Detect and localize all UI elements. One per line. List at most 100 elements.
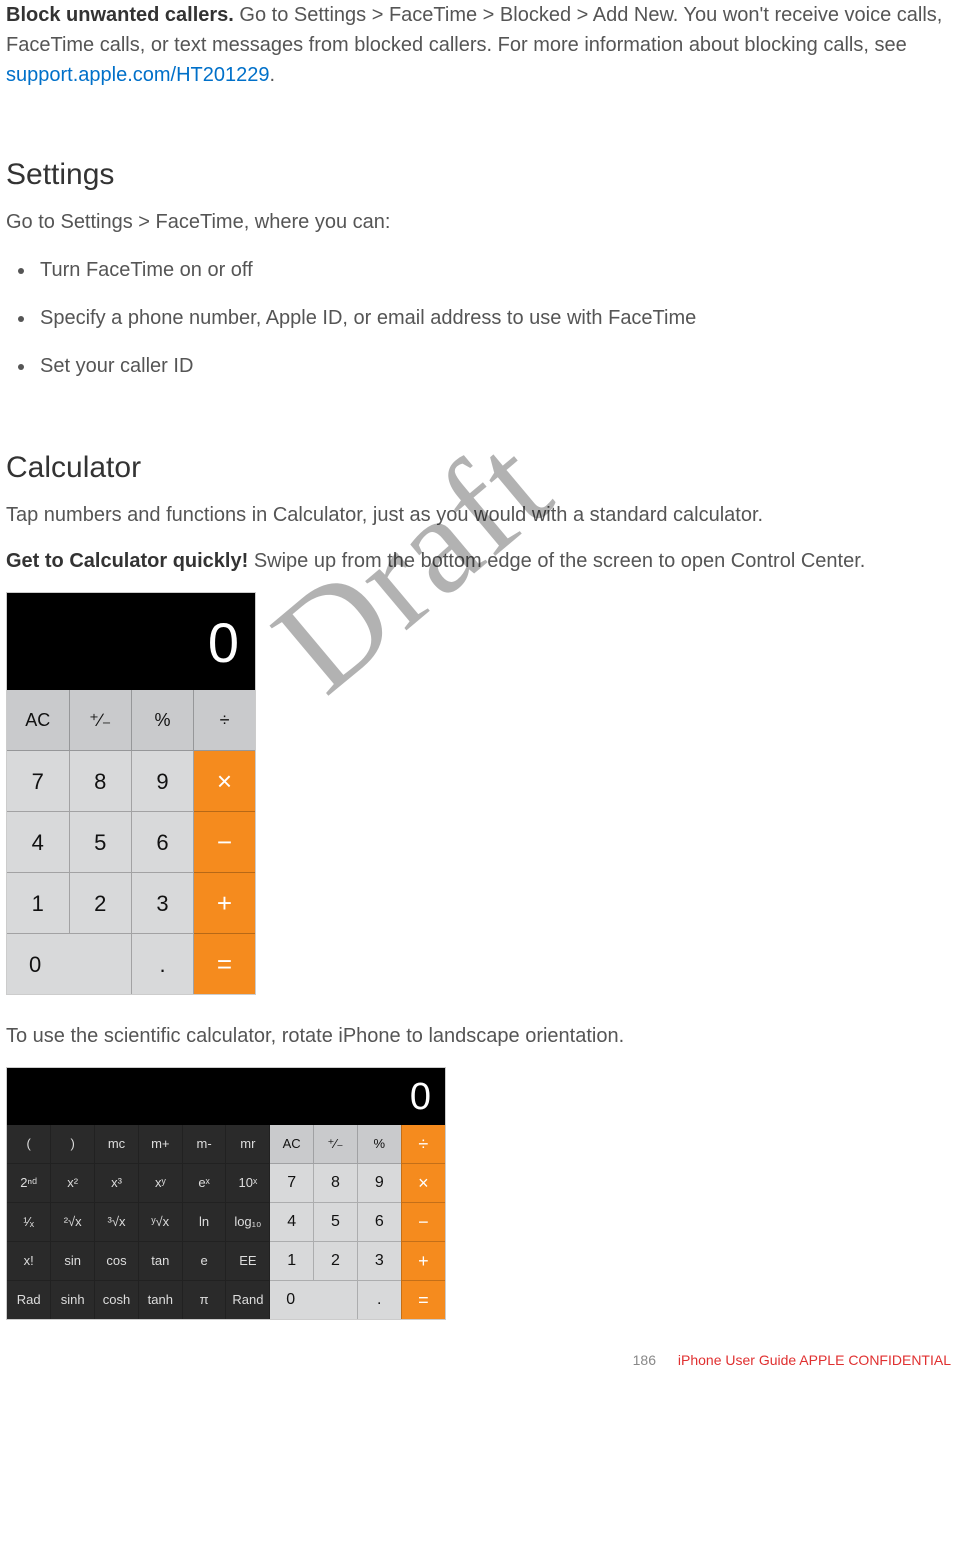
calc-key[interactable]: tan xyxy=(138,1242,182,1281)
calc-key[interactable]: Rad xyxy=(7,1281,51,1320)
calc-key-5[interactable]: 5 xyxy=(69,812,131,873)
calc-key-6[interactable]: 6 xyxy=(132,812,194,873)
calc-key[interactable]: x³ xyxy=(95,1164,139,1203)
calc-key[interactable]: sinh xyxy=(51,1281,95,1320)
settings-heading: Settings xyxy=(6,152,957,197)
calc-key[interactable]: 6 xyxy=(357,1203,401,1242)
calc-key[interactable]: ( xyxy=(7,1125,51,1164)
calc-key[interactable]: 2 xyxy=(314,1242,358,1281)
calc-row: 1 2 3 + xyxy=(7,873,255,934)
page-footer: 186 iPhone User Guide APPLE CONFIDENTIAL xyxy=(6,1330,957,1371)
calc-key-plus[interactable]: + xyxy=(194,873,255,934)
calc-key[interactable]: 3 xyxy=(357,1242,401,1281)
page-number: 186 xyxy=(633,1352,656,1368)
period: . xyxy=(270,64,276,86)
calc-key[interactable]: x² xyxy=(51,1164,95,1203)
calc-key[interactable]: Rand xyxy=(226,1281,270,1320)
calc-key[interactable]: x! xyxy=(7,1242,51,1281)
calc-key[interactable]: 2ⁿᵈ xyxy=(7,1164,51,1203)
calculator-tip-rest: Swipe up from the bottom edge of the scr… xyxy=(254,550,865,572)
calc-key-1[interactable]: 1 xyxy=(7,873,69,934)
bullet-item: Set your caller ID xyxy=(36,351,957,381)
calc-key-dot[interactable]: . xyxy=(132,934,194,995)
settings-bullets: Turn FaceTime on or off Specify a phone … xyxy=(6,255,957,381)
calc-key[interactable]: π xyxy=(182,1281,226,1320)
calc-key[interactable]: 10ˣ xyxy=(226,1164,270,1203)
calc-row: 0 . = xyxy=(7,934,255,995)
calc-key[interactable]: ) xyxy=(51,1125,95,1164)
calc-key[interactable]: AC xyxy=(270,1125,314,1164)
calc-key[interactable]: eˣ xyxy=(182,1164,226,1203)
calc-key[interactable]: − xyxy=(401,1203,445,1242)
settings-lead: Go to Settings > FaceTime, where you can… xyxy=(6,207,957,237)
calc-key[interactable]: xʸ xyxy=(138,1164,182,1203)
calc-key[interactable]: sin xyxy=(51,1242,95,1281)
calc-key[interactable]: ʸ√x xyxy=(138,1203,182,1242)
block-callers-paragraph: Block unwanted callers. Go to Settings >… xyxy=(6,0,957,90)
calc-key-multiply[interactable]: × xyxy=(194,751,255,812)
calc-land-row: ¹⁄ₓ ²√x ³√x ʸ√x ln log₁₀ 4 5 6 − xyxy=(7,1203,445,1242)
calc-land-row: Rad sinh cosh tanh π Rand 0 . = xyxy=(7,1281,445,1320)
calculator-portrait: 0 AC ⁺∕₋ % ÷ 7 8 9 × 4 5 6 − 1 2 3 + 0 . xyxy=(6,592,256,995)
calc-key[interactable]: ln xyxy=(182,1203,226,1242)
calc-key[interactable]: ³√x xyxy=(95,1203,139,1242)
calc-key[interactable]: tanh xyxy=(138,1281,182,1320)
calculator-landscape-note: To use the scientific calculator, rotate… xyxy=(6,1021,957,1051)
calc-key-percent[interactable]: % xyxy=(132,690,194,751)
calc-key[interactable]: mc xyxy=(95,1125,139,1164)
calc-key-0[interactable]: 0 xyxy=(7,934,132,995)
calc-key[interactable]: mr xyxy=(226,1125,270,1164)
calc-key[interactable]: ²√x xyxy=(51,1203,95,1242)
calc-key[interactable]: × xyxy=(401,1164,445,1203)
calc-key-3[interactable]: 3 xyxy=(132,873,194,934)
calc-display: 0 xyxy=(7,593,255,689)
calc-key[interactable]: cosh xyxy=(95,1281,139,1320)
calc-key-dot[interactable]: . xyxy=(357,1281,401,1320)
calc-key-equals[interactable]: = xyxy=(194,934,255,995)
calc-key[interactable]: ¹⁄ₓ xyxy=(7,1203,51,1242)
calc-key-4[interactable]: 4 xyxy=(7,812,69,873)
calc-key[interactable]: EE xyxy=(226,1242,270,1281)
calc-key[interactable]: ⁺∕₋ xyxy=(314,1125,358,1164)
calc-key[interactable]: m- xyxy=(182,1125,226,1164)
block-callers-bold: Block unwanted callers. xyxy=(6,4,239,26)
calc-key-2[interactable]: 2 xyxy=(69,873,131,934)
calc-key-8[interactable]: 8 xyxy=(69,751,131,812)
calc-land-display: 0 xyxy=(7,1068,445,1124)
calc-key-equals[interactable]: = xyxy=(401,1281,445,1320)
calc-key-9[interactable]: 9 xyxy=(132,751,194,812)
calc-key[interactable]: log₁₀ xyxy=(226,1203,270,1242)
calc-key[interactable]: 8 xyxy=(314,1164,358,1203)
calc-key-minus[interactable]: − xyxy=(194,812,255,873)
calculator-intro: Tap numbers and functions in Calculator,… xyxy=(6,500,957,530)
calc-key[interactable]: m+ xyxy=(138,1125,182,1164)
bullet-item: Specify a phone number, Apple ID, or ema… xyxy=(36,303,957,333)
calc-key[interactable]: 4 xyxy=(270,1203,314,1242)
calc-key[interactable]: + xyxy=(401,1242,445,1281)
calc-key[interactable]: 9 xyxy=(357,1164,401,1203)
calc-land-row: ( ) mc m+ m- mr AC ⁺∕₋ % ÷ xyxy=(7,1125,445,1164)
calc-land-row: x! sin cos tan e EE 1 2 3 + xyxy=(7,1242,445,1281)
calc-key-ac[interactable]: AC xyxy=(7,690,69,751)
footer-title: iPhone User Guide APPLE CONFIDENTIAL xyxy=(678,1352,951,1368)
calc-key[interactable]: 5 xyxy=(314,1203,358,1242)
calc-row-func: AC ⁺∕₋ % ÷ xyxy=(7,690,255,751)
bullet-item: Turn FaceTime on or off xyxy=(36,255,957,285)
calc-key-7[interactable]: 7 xyxy=(7,751,69,812)
calculator-landscape: 0 ( ) mc m+ m- mr AC ⁺∕₋ % ÷ 2ⁿᵈ x² x³ x… xyxy=(6,1067,446,1320)
calc-row: 7 8 9 × xyxy=(7,751,255,812)
calc-key[interactable]: % xyxy=(357,1125,401,1164)
calc-key[interactable]: e xyxy=(182,1242,226,1281)
calc-land-row: 2ⁿᵈ x² x³ xʸ eˣ 10ˣ 7 8 9 × xyxy=(7,1164,445,1203)
calculator-heading: Calculator xyxy=(6,445,957,490)
calc-key[interactable]: 7 xyxy=(270,1164,314,1203)
calc-key-0[interactable]: 0 xyxy=(270,1281,358,1320)
calc-key-divide[interactable]: ÷ xyxy=(194,690,255,751)
calculator-tip: Get to Calculator quickly! Swipe up from… xyxy=(6,546,957,576)
calc-key[interactable]: ÷ xyxy=(401,1125,445,1164)
calc-key[interactable]: cos xyxy=(95,1242,139,1281)
support-link[interactable]: support.apple.com/HT201229 xyxy=(6,64,270,86)
calculator-tip-bold: Get to Calculator quickly! xyxy=(6,550,254,572)
calc-key-sign[interactable]: ⁺∕₋ xyxy=(69,690,131,751)
calc-key[interactable]: 1 xyxy=(270,1242,314,1281)
